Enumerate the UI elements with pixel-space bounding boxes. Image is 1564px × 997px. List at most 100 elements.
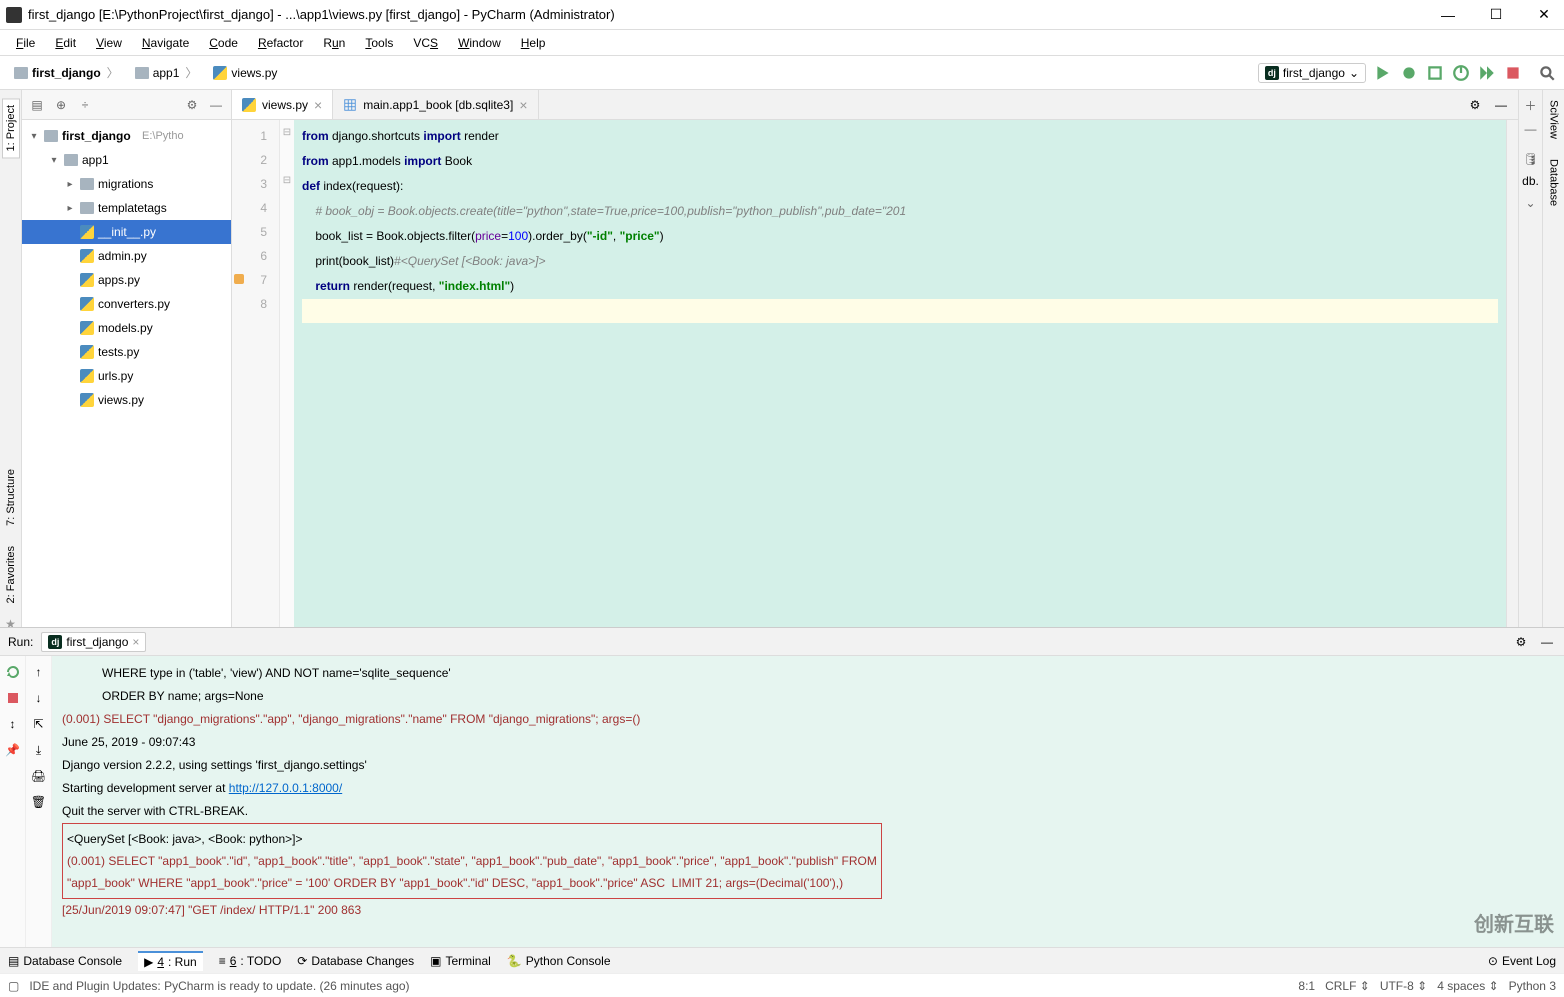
tree-app1[interactable]: ▾app1 [22,148,231,172]
app-icon [6,7,22,23]
fold-gutter: ⊟⊟ [280,120,294,627]
menu-vcs[interactable]: VCS [405,34,446,52]
breadcrumb-file[interactable]: views.py [207,64,283,82]
debug-button[interactable] [1400,64,1418,82]
tree-migrations[interactable]: ▸migrations [22,172,231,196]
bottom-tab-todo[interactable]: ≡ 6: TODO [219,954,282,968]
tree-apps[interactable]: apps.py [22,268,231,292]
menu-edit[interactable]: Edit [47,34,84,52]
collapse-all-button[interactable]: ÷ [76,96,94,114]
tree-root[interactable]: ▾first_django E:\Pytho [22,124,231,148]
menu-tools[interactable]: Tools [357,34,401,52]
breadcrumb-app[interactable]: app1〉 [129,62,206,83]
clear-button[interactable]: 🗑 [31,794,47,810]
folder-icon [64,154,78,166]
bottom-tab-python-console[interactable]: 🐍 Python Console [507,954,611,968]
project-view-selector[interactable]: ▤ [28,96,46,114]
restore-layout-button[interactable]: ↕ [5,716,21,732]
status-line-sep[interactable]: CRLF ⇕ [1325,979,1370,993]
soft-wrap-button[interactable]: ⇱ [31,716,47,732]
editor-tab-db[interactable]: main.app1_book [db.sqlite3] × [333,90,538,119]
close-icon[interactable]: × [519,97,527,113]
python-file-icon [213,66,227,80]
bottom-tab-run[interactable]: ▶ 4: Run [138,951,203,971]
django-icon: dj [1265,66,1279,80]
search-everywhere-button[interactable] [1538,64,1556,82]
status-caret-pos[interactable]: 8:1 [1298,979,1315,993]
run-tab[interactable]: dj first_django × [41,632,146,652]
tree-converters[interactable]: converters.py [22,292,231,316]
folder-icon [80,178,94,190]
coverage-button[interactable] [1426,64,1444,82]
stop-button[interactable] [1504,64,1522,82]
run-panel-label: Run: [8,635,33,649]
bottom-tab-event-log[interactable]: ⊙ Event Log [1488,954,1556,968]
bottom-tab-db-changes[interactable]: ⟳ Database Changes [297,954,414,968]
sidebar-tab-sciview[interactable]: SciView [1548,100,1560,139]
sidebar-tab-project[interactable]: 1: Project [2,98,20,158]
maximize-button[interactable]: ☐ [1482,5,1510,25]
python-file-icon [80,393,94,407]
editor-settings-icon[interactable]: ⚙ [1466,96,1484,114]
pin-button[interactable]: 📌 [5,742,21,758]
close-icon[interactable]: × [314,97,322,113]
add-datasource-button[interactable]: ＋ [1522,96,1540,114]
scroll-to-end-button[interactable]: ⤓ [31,742,47,758]
run-settings-icon[interactable]: ⚙ [1512,633,1530,651]
menu-refactor[interactable]: Refactor [250,34,311,52]
status-indent[interactable]: 4 spaces ⇕ [1437,979,1498,993]
editor-tab-views[interactable]: views.py × [232,90,333,119]
tree-models[interactable]: models.py [22,316,231,340]
menu-window[interactable]: Window [450,34,509,52]
close-button[interactable]: ✕ [1530,5,1558,25]
expand-all-button[interactable]: ⊕ [52,96,70,114]
profile-button[interactable] [1452,64,1470,82]
status-interpreter[interactable]: Python 3 [1509,979,1556,993]
tree-init[interactable]: __init__.py [22,220,231,244]
rerun-button[interactable] [5,664,21,680]
run-button[interactable] [1374,64,1392,82]
python-file-icon [242,98,256,112]
python-file-icon [80,369,94,383]
close-icon[interactable]: × [132,635,139,649]
menu-help[interactable]: Help [513,34,554,52]
menu-file[interactable]: File [8,34,43,52]
minimize-button[interactable]: — [1434,5,1462,25]
server-url-link[interactable]: http://127.0.0.1:8000/ [229,781,342,795]
breadcrumb-root[interactable]: first_django〉 [8,62,127,83]
tree-admin[interactable]: admin.py [22,244,231,268]
hide-button[interactable]: — [207,96,225,114]
status-notification-icon[interactable]: ▢ [8,979,19,993]
sidebar-tab-database[interactable]: Database [1548,159,1560,206]
code-editor[interactable]: from django.shortcuts import render from… [294,120,1506,627]
tree-urls[interactable]: urls.py [22,364,231,388]
db-icon[interactable]: 🛢 [1522,150,1540,168]
tree-tests[interactable]: tests.py [22,340,231,364]
editor-hide-button[interactable]: — [1492,96,1510,114]
sidebar-tab-favorites[interactable]: 2: Favorites [3,540,19,609]
concurrency-button[interactable] [1478,64,1496,82]
menu-code[interactable]: Code [201,34,246,52]
up-button[interactable]: ↑ [31,664,47,680]
run-hide-button[interactable]: — [1538,633,1556,651]
print-button[interactable]: 🖨 [31,768,47,784]
chevron-down-icon[interactable]: ⌄ [1522,194,1540,212]
python-file-icon [80,273,94,287]
menu-run[interactable]: Run [315,34,353,52]
menu-navigate[interactable]: Navigate [134,34,197,52]
sidebar-tab-structure[interactable]: 7: Structure [3,463,19,532]
settings-icon[interactable]: ⚙ [183,96,201,114]
menu-view[interactable]: View [88,34,130,52]
run-configuration-selector[interactable]: dj first_django ⌄ [1258,63,1366,83]
error-stripe[interactable] [1506,120,1518,627]
tree-templatetags[interactable]: ▸templatetags [22,196,231,220]
down-button[interactable]: ↓ [31,690,47,706]
run-console[interactable]: WHERE type in ('table', 'view') AND NOT … [52,656,1564,947]
django-icon: dj [48,635,62,649]
status-encoding[interactable]: UTF-8 ⇕ [1380,979,1427,993]
bottom-tab-terminal[interactable]: ▣ Terminal [430,954,491,968]
stop-button[interactable] [5,690,21,706]
bottom-tab-db-console[interactable]: ▤ Database Console [8,954,122,968]
tree-views[interactable]: views.py [22,388,231,412]
hide-right-button[interactable]: — [1522,120,1540,138]
